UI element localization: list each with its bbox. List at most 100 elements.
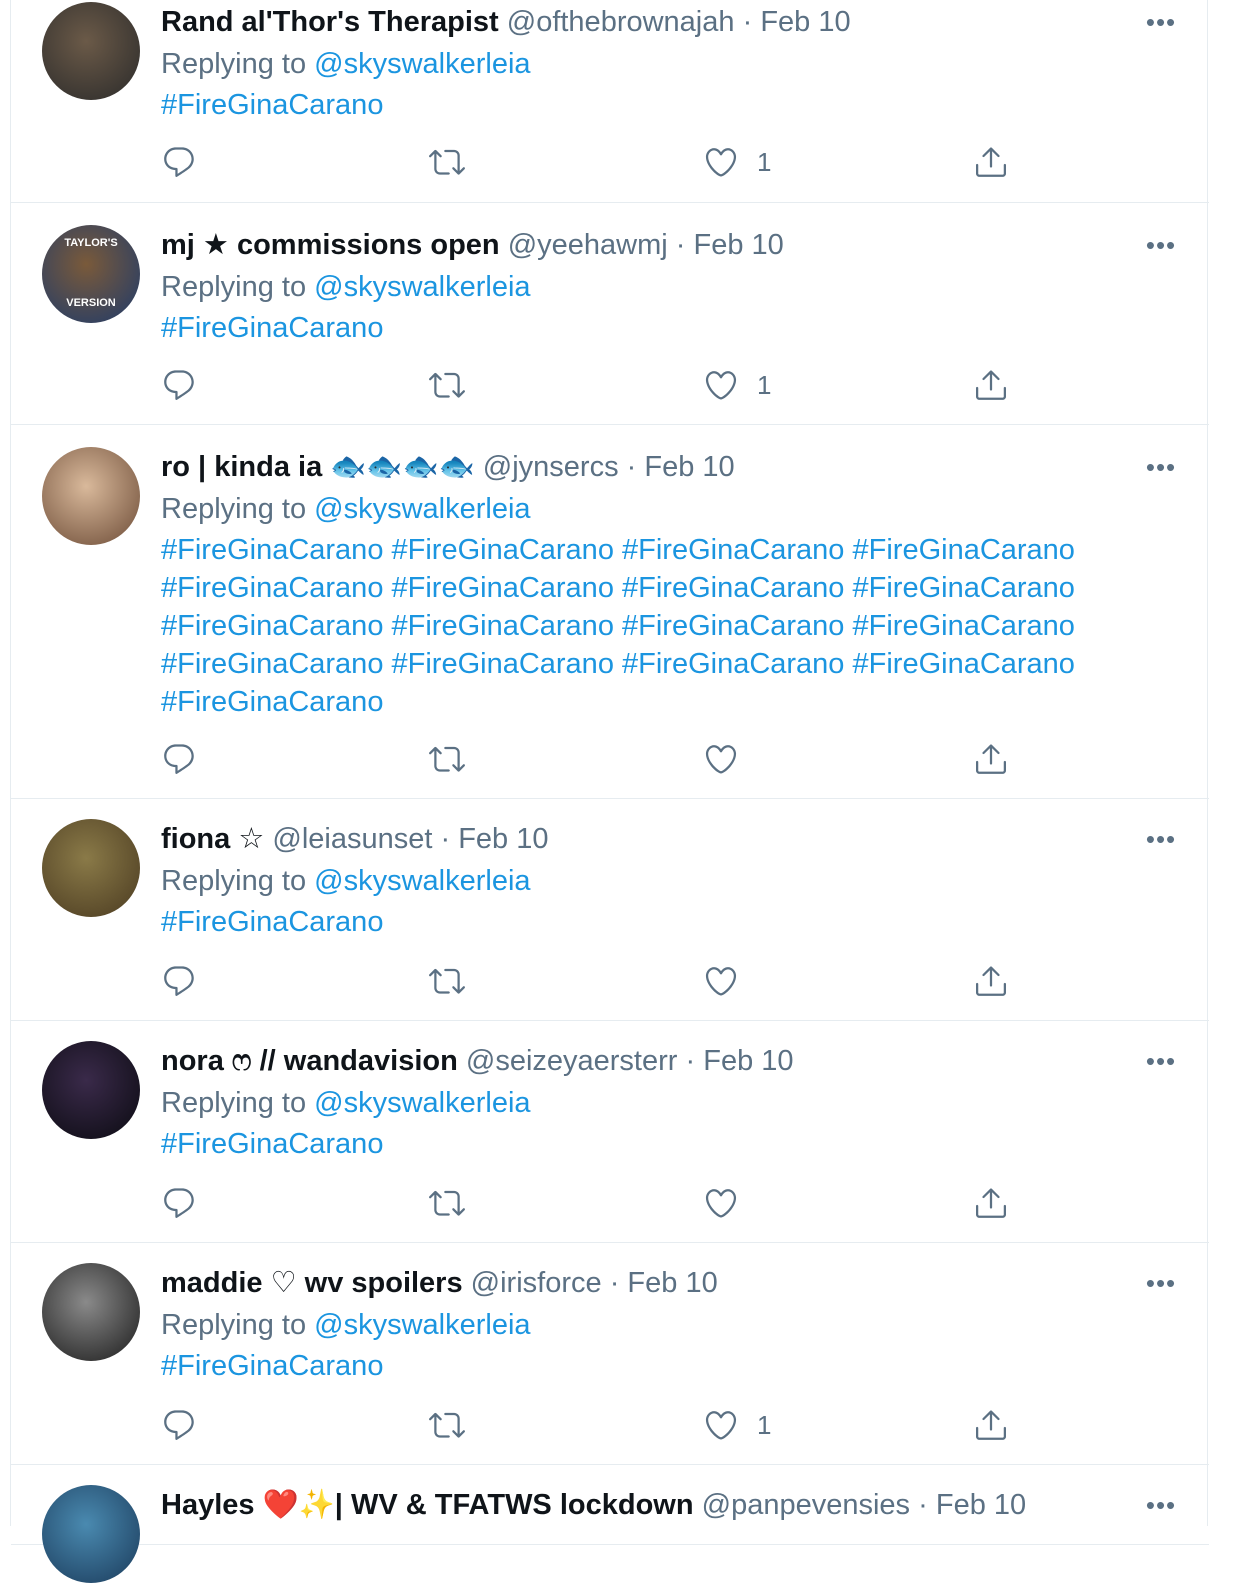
like-icon — [705, 148, 737, 177]
share-icon — [976, 1410, 1006, 1440]
retweet-button[interactable] — [429, 959, 465, 1003]
tweet-item[interactable]: nora ෆ // wandavision @seizeyaersterr · … — [11, 1021, 1209, 1243]
avatar[interactable] — [42, 1263, 140, 1361]
display-name[interactable]: nora ෆ // wandavision — [161, 1045, 458, 1077]
like-icon — [705, 745, 737, 774]
tweet-date[interactable]: Feb 10 — [760, 6, 850, 38]
more-icon[interactable]: ••• — [1141, 1485, 1181, 1525]
reply-button[interactable] — [161, 1403, 197, 1447]
like-button[interactable]: 1 — [703, 1403, 771, 1447]
share-icon — [976, 147, 1006, 177]
tweet-date[interactable]: Feb 10 — [703, 1045, 793, 1077]
retweet-button[interactable] — [429, 1181, 465, 1225]
avatar[interactable] — [42, 1485, 140, 1583]
like-button[interactable]: 1 — [703, 140, 771, 184]
replying-to: Replying to @skyswalkerleia — [161, 1305, 531, 1345]
like-button[interactable]: 1 — [703, 363, 771, 407]
tweet-item[interactable]: fiona ☆ @leiasunset · Feb 10 ••• Replying … — [11, 799, 1209, 1021]
user-handle[interactable]: @seizeyaersterr — [466, 1045, 678, 1077]
avatar[interactable] — [42, 819, 140, 917]
display-name[interactable]: ro | kinda ia 🐟🐟🐟🐟 — [161, 451, 475, 483]
user-handle[interactable]: @yeehawmj — [508, 229, 668, 261]
tweet-item[interactable]: Rand al'Thor's Therapist @ofthebrownajah… — [11, 0, 1209, 203]
separator: · — [675, 229, 686, 261]
tweet-item[interactable]: Hayles ❤️✨| WV & TFATWS lockdown @panpev… — [11, 1465, 1209, 1583]
hashtag-link[interactable]: #FireGinaCarano — [161, 1347, 1121, 1385]
reply-button[interactable] — [161, 959, 197, 1003]
share-button[interactable] — [973, 959, 1009, 1003]
more-icon[interactable]: ••• — [1141, 1263, 1181, 1303]
display-name[interactable]: fiona ☆ — [161, 823, 264, 855]
tweet-item[interactable]: TAYLOR'S VERSION mj ★ commissions open @ye… — [11, 203, 1209, 425]
retweet-button[interactable] — [429, 1403, 465, 1447]
mention-link[interactable]: @skyswalkerleia — [314, 271, 530, 303]
avatar-badge-text: VERSION — [66, 297, 116, 309]
retweet-button[interactable] — [429, 363, 465, 407]
tweet-date[interactable]: Feb 10 — [694, 229, 784, 261]
share-button[interactable] — [973, 737, 1009, 781]
user-handle[interactable]: @irisforce — [471, 1267, 602, 1299]
mention-link[interactable]: @skyswalkerleia — [314, 1087, 530, 1119]
mention-link[interactable]: @skyswalkerleia — [314, 1309, 530, 1341]
mention-link[interactable]: @skyswalkerleia — [314, 493, 530, 525]
tweet-item[interactable]: maddie ♡ wv spoilers @irisforce · Feb 10… — [11, 1243, 1209, 1465]
hashtag-link[interactable]: #FireGinaCarano #FireGinaCarano #FireGin… — [161, 531, 1121, 721]
retweet-button[interactable] — [429, 140, 465, 184]
user-handle[interactable]: @panpevensies — [702, 1489, 910, 1521]
reply-icon — [164, 1410, 194, 1440]
hashtag-link[interactable]: #FireGinaCarano — [161, 1125, 1121, 1163]
retweet-button[interactable] — [429, 737, 465, 781]
more-icon[interactable]: ••• — [1141, 447, 1181, 487]
share-button[interactable] — [973, 363, 1009, 407]
reply-button[interactable] — [161, 1181, 197, 1225]
retweet-icon — [429, 1412, 465, 1438]
user-handle[interactable]: @ofthebrownajah — [507, 6, 735, 38]
display-name[interactable]: Hayles ❤️✨| WV & TFATWS lockdown — [161, 1489, 694, 1521]
replying-prefix: Replying to — [161, 271, 315, 303]
replying-prefix: Replying to — [161, 865, 315, 897]
user-handle[interactable]: @leiasunset — [272, 823, 432, 855]
avatar[interactable]: TAYLOR'S VERSION — [42, 225, 140, 323]
tweet-actions: 1 — [11, 1403, 1209, 1447]
avatar[interactable] — [42, 2, 140, 100]
separator: · — [440, 823, 451, 855]
share-button[interactable] — [973, 1403, 1009, 1447]
like-button[interactable] — [703, 959, 739, 1003]
tweet-date[interactable]: Feb 10 — [936, 1489, 1026, 1521]
reply-button[interactable] — [161, 737, 197, 781]
display-name[interactable]: Rand al'Thor's Therapist — [161, 6, 499, 38]
share-button[interactable] — [973, 140, 1009, 184]
replying-prefix: Replying to — [161, 1087, 315, 1119]
retweet-icon — [429, 372, 465, 398]
hashtag-link[interactable]: #FireGinaCarano — [161, 309, 1121, 347]
more-icon[interactable]: ••• — [1141, 2, 1181, 42]
replies-feed: Rand al'Thor's Therapist @ofthebrownajah… — [10, 0, 1209, 1583]
avatar[interactable] — [42, 1041, 140, 1139]
tweet-date[interactable]: Feb 10 — [627, 1267, 717, 1299]
more-icon[interactable]: ••• — [1141, 225, 1181, 265]
mention-link[interactable]: @skyswalkerleia — [314, 865, 530, 897]
like-icon — [705, 1189, 737, 1218]
like-button[interactable] — [703, 1181, 739, 1225]
tweet-date[interactable]: Feb 10 — [644, 451, 734, 483]
share-icon — [976, 1188, 1006, 1218]
separator: · — [685, 1045, 696, 1077]
reply-button[interactable] — [161, 140, 197, 184]
reply-button[interactable] — [161, 363, 197, 407]
tweet-actions: 1 — [11, 363, 1209, 407]
display-name[interactable]: maddie ♡ wv spoilers — [161, 1267, 463, 1299]
display-name[interactable]: mj ★ commissions open — [161, 229, 500, 261]
hashtag-link[interactable]: #FireGinaCarano — [161, 903, 1121, 941]
like-button[interactable] — [703, 737, 739, 781]
mention-link[interactable]: @skyswalkerleia — [314, 48, 530, 80]
tweet-date[interactable]: Feb 10 — [458, 823, 548, 855]
hashtag-link[interactable]: #FireGinaCarano — [161, 86, 1121, 124]
user-handle[interactable]: @jynsercs — [483, 451, 619, 483]
more-icon[interactable]: ••• — [1141, 1041, 1181, 1081]
share-button[interactable] — [973, 1181, 1009, 1225]
more-icon[interactable]: ••• — [1141, 819, 1181, 859]
avatar[interactable] — [42, 447, 140, 545]
tweet-item[interactable]: ro | kinda ia 🐟🐟🐟🐟 @jynsercs · Feb 10 •••… — [11, 425, 1209, 799]
separator: · — [918, 1489, 928, 1521]
like-count: 1 — [757, 146, 772, 177]
